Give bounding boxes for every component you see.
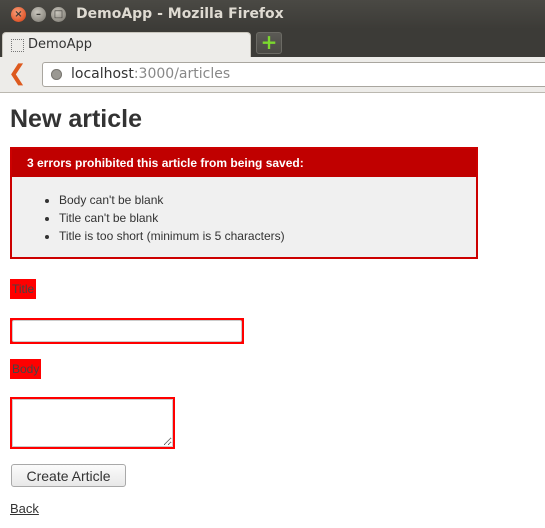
navigation-bar: ❮ localhost:3000/articles <box>0 57 545 93</box>
body-textarea[interactable] <box>12 399 173 447</box>
back-arrow-icon[interactable]: ❮ <box>8 62 30 86</box>
page-favicon-icon <box>11 39 24 52</box>
tab-label: DemoApp <box>28 37 93 52</box>
globe-icon <box>51 69 62 80</box>
window-maximize-button[interactable]: □ <box>51 7 66 22</box>
create-article-button[interactable]: Create Article <box>11 464 126 487</box>
new-tab-button[interactable]: + <box>256 32 282 54</box>
window-title: DemoApp - Mozilla Firefox <box>76 6 284 22</box>
body-field-error-wrapper <box>10 397 175 449</box>
window-close-button[interactable]: × <box>11 7 26 22</box>
url-bar[interactable]: localhost:3000/articles <box>42 62 545 87</box>
title-input[interactable] <box>12 320 242 342</box>
error-item: Title is too short (minimum is 5 charact… <box>59 227 476 245</box>
error-list: Body can't be blank Title can't be blank… <box>12 191 476 245</box>
tab-strip: DemoApp + <box>0 29 545 57</box>
error-item: Body can't be blank <box>59 191 476 209</box>
back-link[interactable]: Back <box>10 501 39 516</box>
error-explanation: 3 errors prohibited this article from be… <box>10 147 478 259</box>
page-title: New article <box>10 105 143 133</box>
error-header: 3 errors prohibited this article from be… <box>12 149 476 177</box>
tab-demoapp[interactable]: DemoApp <box>2 32 251 57</box>
window-minimize-button[interactable]: – <box>31 7 46 22</box>
url-host: localhost <box>71 66 134 82</box>
url-path: :3000/articles <box>133 66 231 82</box>
url-text: localhost:3000/articles <box>71 66 230 82</box>
body-label: Body <box>10 359 42 379</box>
title-label: Title <box>10 279 37 299</box>
title-field-error-wrapper <box>10 318 244 344</box>
page-content: New article 3 errors prohibited this art… <box>0 93 545 528</box>
window-titlebar: × – □ DemoApp - Mozilla Firefox <box>0 0 545 29</box>
error-item: Title can't be blank <box>59 209 476 227</box>
